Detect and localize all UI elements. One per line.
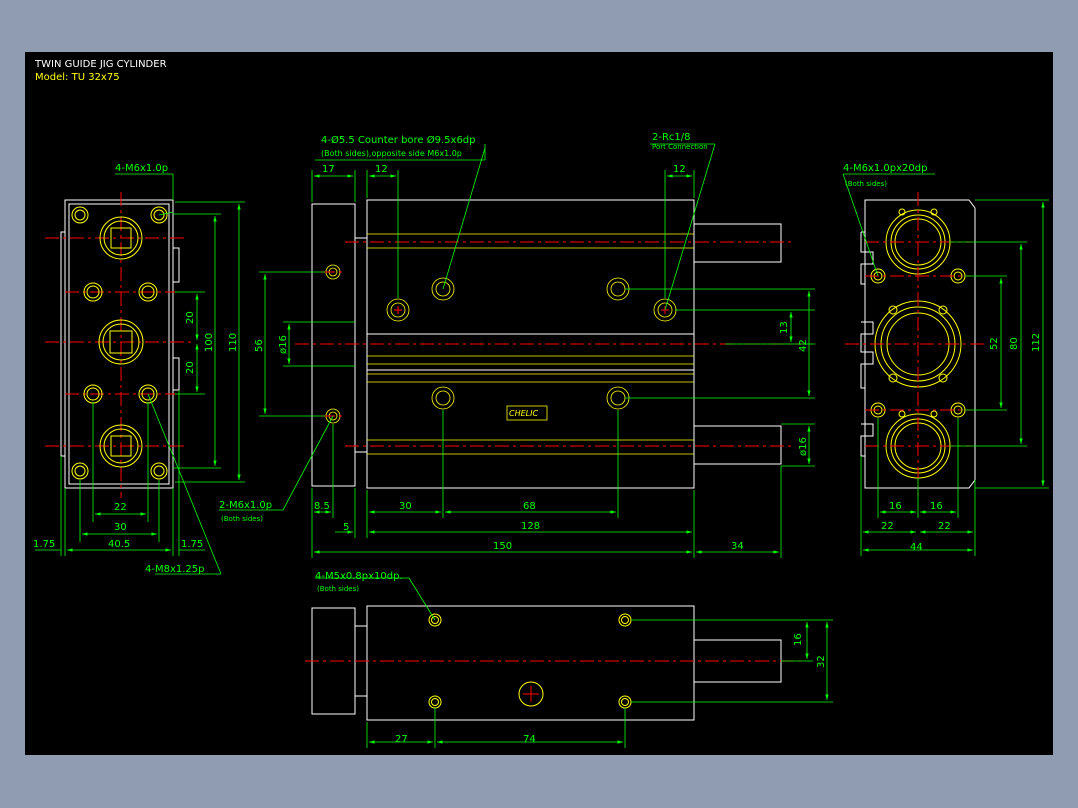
dim-front-5: 5 (343, 522, 349, 533)
dim-front-phi16a: ø16 (278, 335, 289, 354)
dim-left-22: 22 (114, 502, 127, 513)
dim-right-80: 80 (1009, 337, 1020, 350)
dim-front-8-5: 8.5 (314, 501, 330, 512)
dim-front-12a: 12 (375, 164, 388, 175)
dim-bottom-16: 16 (793, 633, 804, 646)
dim-right-22a: 22 (881, 521, 894, 532)
right-thread-note: (Both sides) (845, 180, 887, 188)
bottom-thread-note: (Both sides) (317, 585, 359, 593)
dim-right-22b: 22 (938, 521, 951, 532)
dim-left-30: 30 (114, 522, 127, 533)
dim-front-17: 17 (322, 164, 335, 175)
dim-bottom-74: 74 (523, 734, 536, 745)
dim-right-16b: 16 (930, 501, 943, 512)
dim-right-44: 44 (910, 542, 923, 553)
dim-left-40-5: 40.5 (108, 539, 130, 550)
dim-front-13: 13 (779, 321, 790, 334)
counterbore-label: 4-Ø5.5 Counter bore Ø9.5x6dp (321, 134, 476, 146)
dim-front-150: 150 (493, 541, 512, 552)
dim-left-1-75a: 1.75 (33, 539, 55, 550)
drawing-canvas: TWIN GUIDE JIG CYLINDER Model: TU 32x75 (25, 52, 1053, 755)
dim-front-phi16b: ø16 (798, 437, 809, 456)
bottom-thread-label: 4-M5x0.8px10dp. (315, 571, 403, 582)
left-bottom-thread-label: 4-M8x1.25p (145, 564, 205, 575)
port-label: 2-Rc1/8 (652, 132, 691, 143)
dim-bottom-32: 32 (816, 655, 827, 668)
port-note: Port Connection (652, 143, 708, 151)
front-side-thread-note: (Both sides) (221, 515, 263, 523)
cad-drawing: 4-M6x1.0p 4-M8x1.25p 20 20 100 110 22 30… (33, 132, 1049, 748)
dim-left-100: 100 (204, 333, 215, 352)
dim-front-56: 56 (254, 339, 265, 352)
front-view: CHELIC 17 12 12 56 ø16 13 42 ø16 8.5 5 3… (219, 132, 815, 558)
nameplate: CHELIC (509, 409, 538, 418)
bottom-view: 16 32 27 74 4-M5x0.8px10dp. (Both sides) (305, 571, 833, 748)
dim-right-16a: 16 (889, 501, 902, 512)
front-side-thread-label: 2-M6x1.0p (219, 500, 272, 511)
right-thread-label: 4-M6x1.0px20dp (843, 163, 927, 174)
dim-left-110: 110 (228, 333, 239, 352)
dim-right-52: 52 (989, 337, 1000, 350)
dim-left-20a: 20 (185, 311, 196, 324)
dim-right-112: 112 (1031, 333, 1042, 352)
dim-front-42: 42 (798, 339, 809, 352)
right-end-view: 52 80 112 16 16 22 22 44 4-M6x1.0px20dp … (842, 163, 1049, 556)
dim-front-12b: 12 (673, 164, 686, 175)
dim-front-128: 128 (521, 521, 540, 532)
dim-front-34: 34 (731, 541, 744, 552)
dim-front-68: 68 (523, 501, 536, 512)
left-end-view: 4-M6x1.0p 4-M8x1.25p 20 20 100 110 22 30… (33, 163, 245, 575)
dim-bottom-27: 27 (395, 734, 408, 745)
counterbore-note: (Both sides),opposite side M6x1.0p (321, 149, 462, 158)
dim-left-20b: 20 (185, 361, 196, 374)
dim-front-30: 30 (399, 501, 412, 512)
left-top-thread-label: 4-M6x1.0p (115, 163, 168, 174)
dim-left-1-75b: 1.75 (181, 539, 203, 550)
